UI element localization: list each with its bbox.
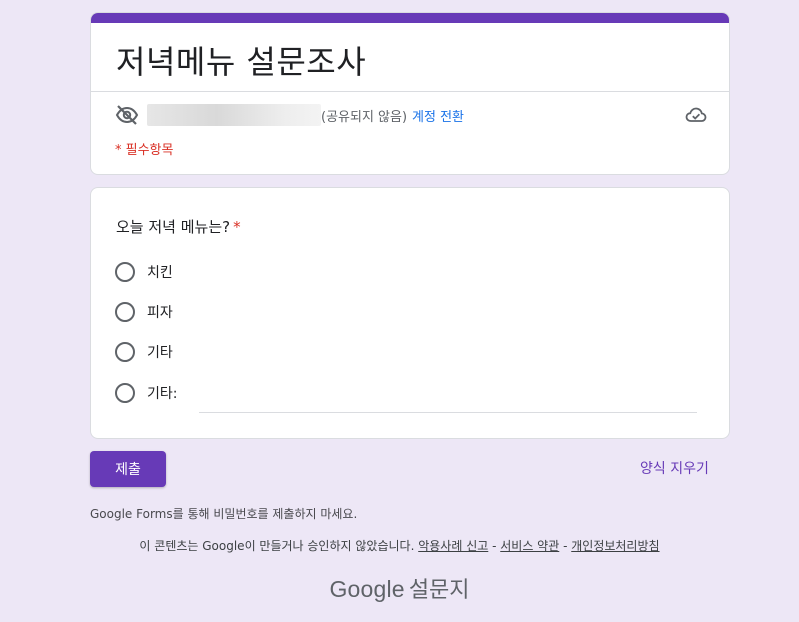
form-title: 저녁메뉴 설문조사 [116,43,367,81]
account-row: (공유되지 않음) 계정 전환 [115,103,707,127]
submit-button[interactable]: 제출 [90,451,166,487]
separator: - [559,539,572,553]
brand-forms: 설문지 [408,578,470,603]
separator: - [488,539,501,553]
required-note: * 필수항목 [115,143,174,158]
report-abuse-link[interactable]: 악용사례 신고 [418,539,488,553]
switch-account-link[interactable]: 계정 전환 [412,106,464,125]
header-accent-bar [91,13,729,23]
disclaimer-text: 이 콘텐츠는 Google이 만들거나 승인하지 않았습니다. [139,539,415,553]
privacy-link[interactable]: 개인정보처리방침 [571,539,659,553]
account-email-redacted [147,104,321,126]
google-forms-logo[interactable]: Google 설문지 [0,572,799,604]
clear-form-button[interactable]: 양식 지우기 [640,458,709,478]
radio-button[interactable] [115,383,135,403]
required-asterisk: * [233,218,241,236]
password-warning: Google Forms를 통해 비밀번호를 제출하지 마세요. [90,507,358,521]
question-card: 오늘 저녁 메뉴는? * 치킨 피자 기타 기타: [90,187,730,439]
not-shared-text: (공유되지 않음) [321,109,408,125]
form-page: 저녁메뉴 설문조사 (공유되지 않음) 계정 전환 * 필수항목 오늘 저녁 메… [0,0,799,622]
option-label: 치킨 [147,265,173,281]
form-header-card: 저녁메뉴 설문조사 (공유되지 않음) 계정 전환 * 필수항목 [90,12,730,175]
radio-button[interactable] [115,262,135,282]
question-text: 오늘 저녁 메뉴는? [116,218,231,236]
footer-disclaimer: 이 콘텐츠는 Google이 만들거나 승인하지 않았습니다. 악용사례 신고 … [0,537,799,554]
option-pizza[interactable]: 피자 [115,300,173,324]
option-label: 기타: [147,386,178,402]
radio-button[interactable] [115,342,135,362]
terms-link[interactable]: 서비스 약관 [500,539,559,553]
eye-off-icon [115,103,139,127]
option-other[interactable]: 기타 [115,340,173,364]
option-chicken[interactable]: 치킨 [115,260,173,284]
radio-button[interactable] [115,302,135,322]
header-divider [91,91,729,92]
option-other-with-text[interactable]: 기타: [115,381,177,405]
option-label: 피자 [147,305,173,321]
brand-google: Google [329,576,405,602]
other-text-input[interactable] [199,393,697,413]
option-label: 기타 [147,345,173,361]
question-title: 오늘 저녁 메뉴는? * [116,216,241,237]
cloud-saved-icon[interactable] [685,105,707,125]
